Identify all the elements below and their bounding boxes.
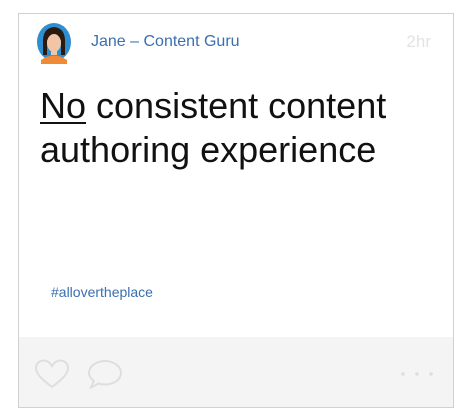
post-timestamp: 2hr bbox=[406, 32, 431, 51]
heart-icon[interactable] bbox=[34, 359, 70, 389]
post-actions-bar bbox=[19, 337, 453, 407]
post-headline: No consistent content authoring experien… bbox=[40, 84, 440, 172]
headline-emphasis: No bbox=[40, 85, 87, 126]
headline-text: consistent content authoring experience bbox=[40, 85, 387, 170]
post-body: No consistent content authoring experien… bbox=[19, 76, 453, 337]
social-post-card: Jane – Content Guru 2hr No consistent co… bbox=[18, 13, 454, 408]
avatar-icon[interactable] bbox=[35, 22, 73, 64]
ellipsis-icon[interactable] bbox=[397, 367, 437, 381]
author-name[interactable]: Jane – Content Guru bbox=[91, 33, 240, 51]
hashtag-link[interactable]: #allovertheplace bbox=[51, 284, 153, 300]
post-header: Jane – Content Guru 2hr bbox=[19, 14, 453, 70]
speech-bubble-icon[interactable] bbox=[87, 359, 123, 389]
